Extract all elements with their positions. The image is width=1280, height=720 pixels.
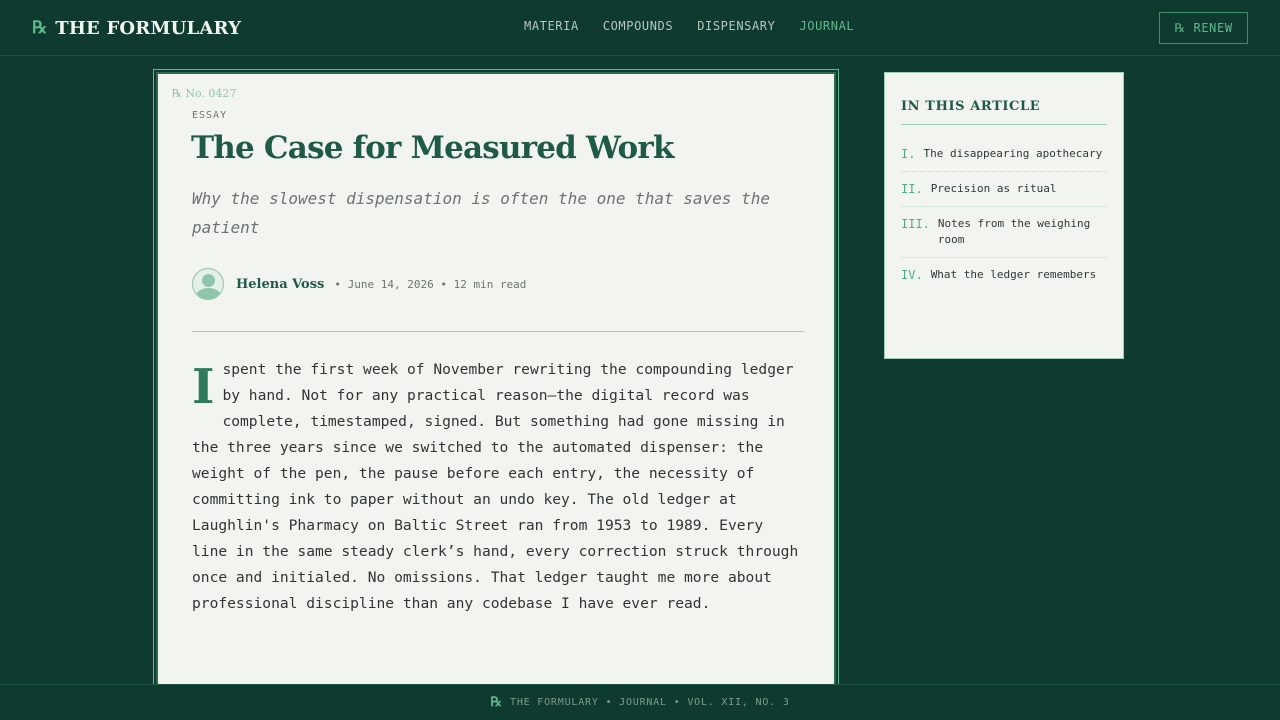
rx-number: ℞ No. 0427 [172,87,237,100]
brand-name: THE FORMULARY [55,17,242,39]
toc-item-number: III. [901,217,930,231]
byline: Helena Voss • June 14, 2026 • 12 min rea… [192,268,526,300]
author-avatar[interactable] [192,268,224,300]
toc-item-number: IV. [901,268,923,282]
byline-divider [192,331,804,332]
article-title: The Case for Measured Work [191,130,674,166]
toc-item-label: What the ledger remembers [930,268,1097,281]
site-header: ℞ THE FORMULARY MATERIA COMPOUNDS DISPEN… [0,0,1280,56]
drop-cap: I [192,359,215,415]
site-footer: ℞ THE FORMULARY • JOURNAL • VOL. XII, NO… [0,684,1280,720]
avatar-body-shape [196,288,221,299]
toc-item-1[interactable]: I. The disappearing apothecary [901,137,1107,172]
toc-item-label: Precision as ritual [930,182,1057,195]
rx-logo-icon: ℞ [32,18,48,38]
toc-title: IN THIS ARTICLE [901,99,1107,125]
toc-item-4[interactable]: IV. What the ledger remembers [901,258,1107,292]
article-subtitle: Why the slowest dispensation is often th… [192,189,770,237]
author-name[interactable]: Helena Voss [236,277,324,292]
toc-item-label: Notes from the weighing room [937,217,1091,246]
nav-journal[interactable]: JOURNAL [799,19,854,33]
toc-item-number: II. [901,182,923,196]
article-kicker: ESSAY [192,110,228,121]
renew-button[interactable]: ℞ RENEW [1159,12,1248,44]
article-body: I spent the first week of November rewri… [192,357,804,617]
toc-item-3[interactable]: III. Notes from the weighing room [901,207,1107,258]
footer-text: THE FORMULARY • JOURNAL • VOL. XII, NO. … [510,697,790,708]
table-of-contents: IN THIS ARTICLE I. The disappearing apot… [884,72,1124,359]
article-meta: • June 14, 2026 • 12 min read [334,277,527,291]
nav-compounds[interactable]: COMPOUNDS [603,19,673,33]
article-body-text: spent the first week of November rewriti… [192,361,799,612]
nav-materia[interactable]: MATERIA [524,19,579,33]
toc-item-number: I. [901,147,916,161]
brand-logo[interactable]: ℞ THE FORMULARY [32,14,241,42]
toc-item-label: The disappearing apothecary [923,147,1103,160]
main-nav: MATERIA COMPOUNDS DISPENSARY JOURNAL [524,19,854,33]
toc-list: I. The disappearing apothecary II. Preci… [901,137,1107,292]
article-card: ℞ No. 0427 ESSAY The Case for Measured W… [156,72,836,712]
nav-dispensary[interactable]: DISPENSARY [697,19,775,33]
avatar-head-shape [202,274,215,287]
toc-item-2[interactable]: II. Precision as ritual [901,172,1107,207]
footer-rx-icon: ℞ [490,695,502,710]
